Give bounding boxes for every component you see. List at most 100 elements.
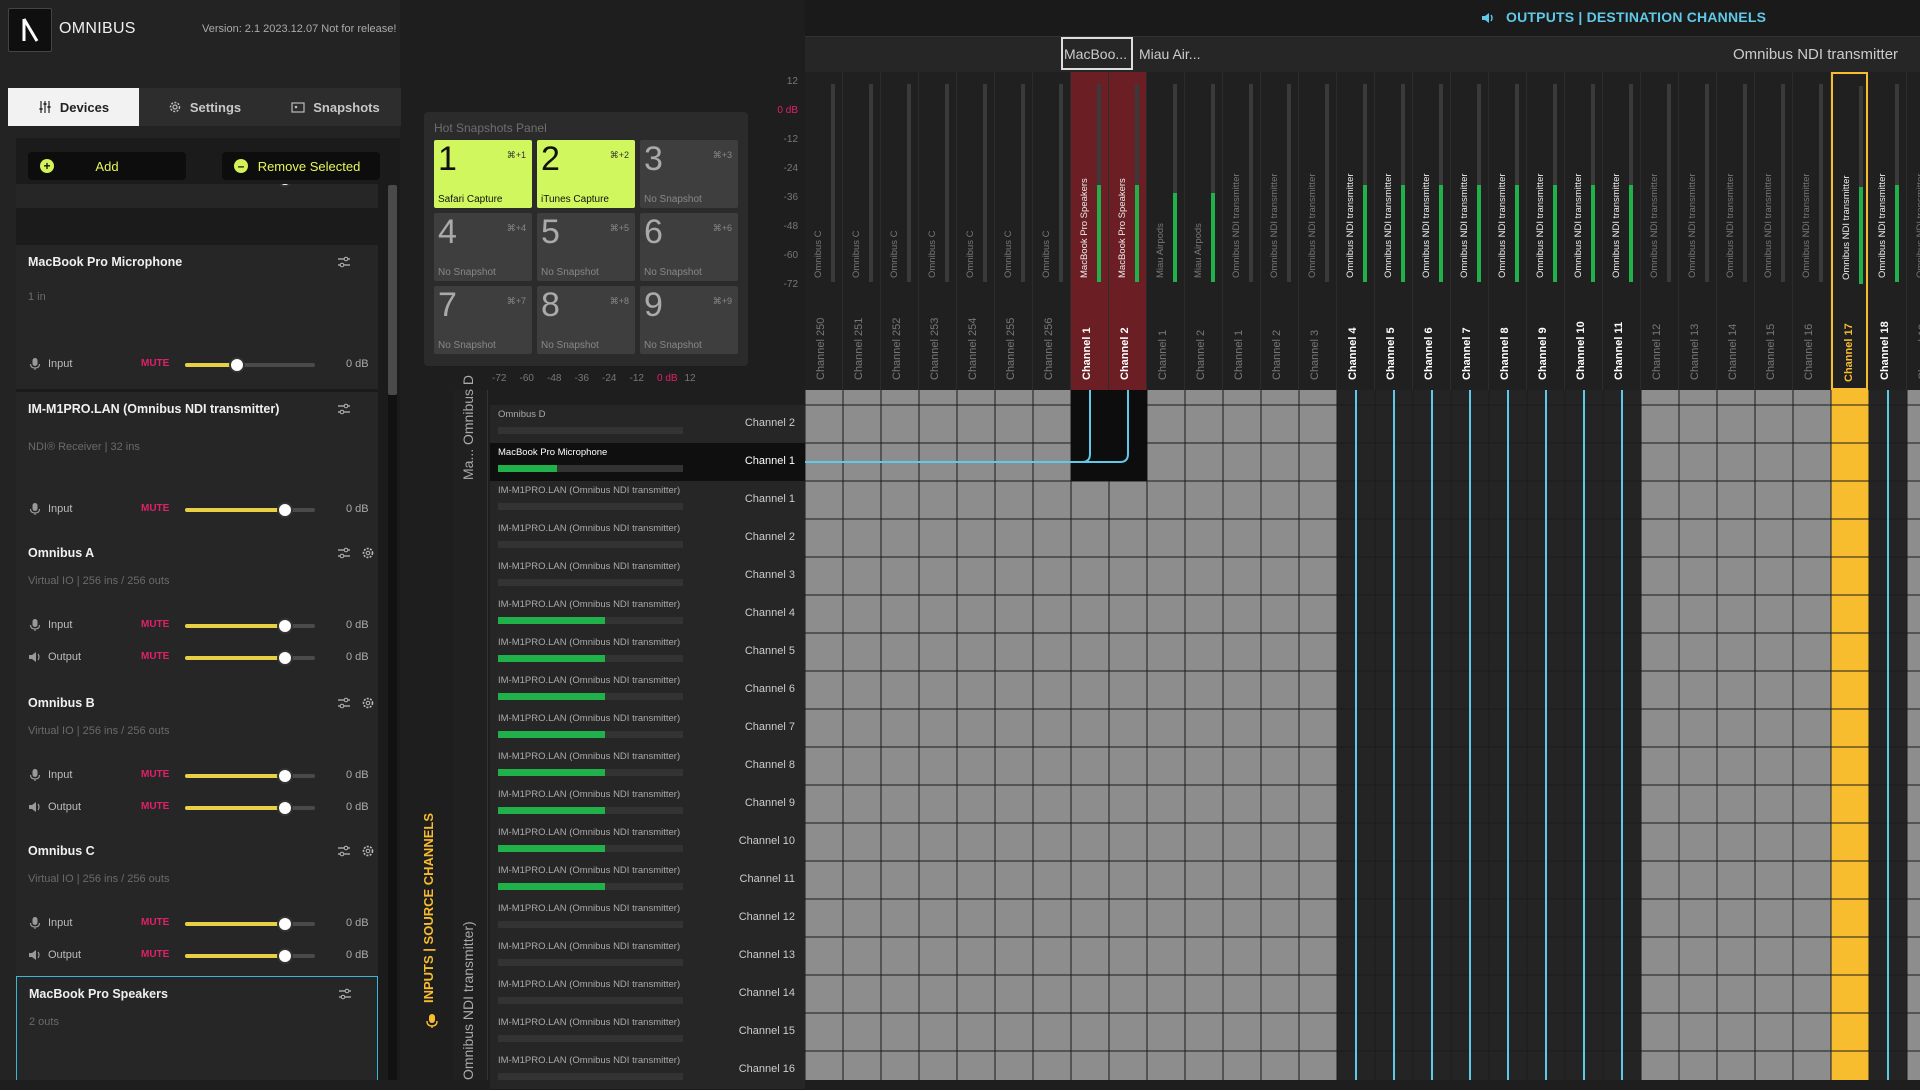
- matrix-cells[interactable]: [805, 390, 1071, 481]
- matrix-column[interactable]: [805, 390, 843, 1080]
- input-row[interactable]: MacBook Pro Microphone Channel 1: [490, 443, 805, 482]
- volume-slider[interactable]: [185, 357, 315, 373]
- matrix-column[interactable]: [957, 390, 995, 1080]
- output-column[interactable]: Omnibus NDI transmitter Channel 8: [1489, 72, 1527, 390]
- input-row[interactable]: IM-M1PRO.LAN (Omnibus NDI transmitter) C…: [490, 975, 805, 1014]
- mute-button[interactable]: MUTE: [141, 949, 169, 960]
- output-column[interactable]: Miau Airpods Channel 2: [1185, 72, 1223, 390]
- add-button[interactable]: + Add: [28, 152, 186, 180]
- volume-slider-knob[interactable]: [277, 800, 294, 816]
- matrix-column[interactable]: [1109, 390, 1147, 1080]
- output-column[interactable]: Omnibus NDI transmitter Channel 6: [1413, 72, 1451, 390]
- output-column[interactable]: Omnibus NDI transmitter Channel 1: [1223, 72, 1261, 390]
- input-group-omnibus-d[interactable]: Omnibus D: [460, 375, 476, 445]
- matrix-column[interactable]: [1679, 390, 1717, 1080]
- matrix-column[interactable]: [1641, 390, 1679, 1080]
- output-device-macbook[interactable]: MacBoo...: [1064, 46, 1127, 62]
- device-gear-icon[interactable]: [360, 546, 376, 562]
- matrix-column[interactable]: [843, 390, 881, 1080]
- snapshot-slot[interactable]: 3 ⌘+3 No Snapshot: [640, 140, 738, 208]
- volume-slider[interactable]: [185, 650, 315, 666]
- output-column[interactable]: Omnibus NDI transmitter Channel 18: [1869, 72, 1907, 390]
- input-group-macbook[interactable]: Ma...: [460, 449, 476, 480]
- volume-slider-knob[interactable]: [277, 618, 294, 634]
- mute-button[interactable]: MUTE: [141, 651, 169, 662]
- device-card[interactable]: Output MUTE 0 dB: [16, 184, 378, 214]
- snapshot-slot[interactable]: 4 ⌘+4 No Snapshot: [434, 213, 532, 281]
- device-list-scroll-thumb[interactable]: [388, 185, 397, 395]
- output-column[interactable]: Omnibus NDI transmitter Channel 14: [1717, 72, 1755, 390]
- input-row[interactable]: Omnibus D Channel 2: [490, 405, 805, 444]
- input-row[interactable]: IM-M1PRO.LAN (Omnibus NDI transmitter) C…: [490, 557, 805, 596]
- snapshot-slot[interactable]: 1 ⌘+1 Safari Capture: [434, 140, 532, 208]
- mute-button[interactable]: MUTE: [141, 917, 169, 928]
- device-adjust-icon[interactable]: [336, 844, 352, 860]
- volume-slider-knob[interactable]: [277, 768, 294, 784]
- output-column[interactable]: Omnibus NDI transmitter Channel 3: [1299, 72, 1337, 390]
- output-column[interactable]: Omnibus NDI transmitter Channel 16: [1793, 72, 1831, 390]
- volume-slider-knob[interactable]: [277, 948, 294, 964]
- matrix-column[interactable]: [919, 390, 957, 1080]
- input-row[interactable]: IM-M1PRO.LAN (Omnibus NDI transmitter) C…: [490, 747, 805, 786]
- volume-slider-knob[interactable]: [229, 357, 245, 373]
- output-column[interactable]: MacBook Pro Speakers Channel 1: [1071, 72, 1109, 390]
- input-row[interactable]: IM-M1PRO.LAN (Omnibus NDI transmitter) C…: [490, 861, 805, 900]
- input-row[interactable]: IM-M1PRO.LAN (Omnibus NDI transmitter) C…: [490, 823, 805, 862]
- matrix-column[interactable]: [1033, 390, 1071, 1080]
- input-row[interactable]: IM-M1PRO.LAN (Omnibus NDI transmitter) C…: [490, 481, 805, 520]
- volume-slider[interactable]: [185, 502, 315, 518]
- output-column[interactable]: Miau Airpods Channel 1: [1147, 72, 1185, 390]
- matrix-column[interactable]: [1223, 390, 1261, 1080]
- input-row[interactable]: IM-M1PRO.LAN (Omnibus NDI transmitter) C…: [490, 709, 805, 748]
- snapshot-slot[interactable]: 9 ⌘+9 No Snapshot: [640, 286, 738, 354]
- input-row[interactable]: IM-M1PRO.LAN (Omnibus NDI transmitter) C…: [490, 671, 805, 710]
- output-column[interactable]: Omnibus NDI transmitter Channel 12: [1641, 72, 1679, 390]
- snapshot-slot[interactable]: 2 ⌘+2 iTunes Capture: [537, 140, 635, 208]
- output-column[interactable]: Omnibus NDI transmitter Channel 19: [1907, 72, 1920, 390]
- matrix-column[interactable]: [1261, 390, 1299, 1080]
- output-column[interactable]: Omnibus C Channel 253: [919, 72, 957, 390]
- input-row[interactable]: IM-M1PRO.LAN (Omnibus NDI transmitter) C…: [490, 1013, 805, 1052]
- volume-slider-knob[interactable]: [277, 650, 294, 666]
- output-device-ndi[interactable]: Omnibus NDI transmitter: [1733, 46, 1898, 63]
- device-card[interactable]: IM-M1PRO.LAN (Omnibus NDI transmitter) ND…: [16, 392, 378, 542]
- snapshot-slot[interactable]: 6 ⌘+6 No Snapshot: [640, 213, 738, 281]
- output-device-airpods[interactable]: Miau Air...: [1139, 46, 1200, 62]
- input-row[interactable]: IM-M1PRO.LAN (Omnibus NDI transmitter) C…: [490, 937, 805, 976]
- output-column[interactable]: MacBook Pro Speakers Channel 2: [1109, 72, 1147, 390]
- matrix-column[interactable]: [1185, 390, 1223, 1080]
- matrix-column[interactable]: [1755, 390, 1793, 1080]
- device-adjust-icon[interactable]: [336, 255, 352, 271]
- device-card[interactable]: Omnibus B Virtual IO | 256 ins / 256 outs…: [16, 686, 378, 840]
- output-column[interactable]: Omnibus NDI transmitter Channel 15: [1755, 72, 1793, 390]
- mute-button[interactable]: MUTE: [141, 769, 169, 780]
- matrix-column[interactable]: [1071, 390, 1109, 1080]
- input-row[interactable]: IM-M1PRO.LAN (Omnibus NDI transmitter) C…: [490, 633, 805, 672]
- volume-slider-knob[interactable]: [277, 916, 294, 932]
- mute-button[interactable]: MUTE: [141, 358, 169, 369]
- input-group-ndi[interactable]: Omnibus NDI transmitter): [460, 921, 476, 1080]
- output-column[interactable]: Omnibus C Channel 252: [881, 72, 919, 390]
- device-gear-icon[interactable]: [360, 844, 376, 860]
- output-column[interactable]: Omnibus NDI transmitter Channel 7: [1451, 72, 1489, 390]
- input-row[interactable]: IM-M1PRO.LAN (Omnibus NDI transmitter) C…: [490, 519, 805, 558]
- device-adjust-icon[interactable]: [336, 696, 352, 712]
- volume-slider[interactable]: [185, 948, 315, 964]
- snapshot-slot[interactable]: 8 ⌘+8 No Snapshot: [537, 286, 635, 354]
- device-card[interactable]: MacBook Pro Microphone 1 in Input MUTE 0 …: [16, 245, 378, 395]
- tab-snapshots[interactable]: Snapshots: [270, 88, 401, 126]
- output-column[interactable]: Omnibus NDI transmitter Channel 4: [1337, 72, 1375, 390]
- volume-slider[interactable]: [185, 916, 315, 932]
- mute-button[interactable]: MUTE: [141, 801, 169, 812]
- matrix-column[interactable]: [1147, 390, 1185, 1080]
- output-column[interactable]: Omnibus NDI transmitter Channel 2: [1261, 72, 1299, 390]
- device-adjust-icon[interactable]: [336, 546, 352, 562]
- remove-selected-button[interactable]: – Remove Selected: [222, 152, 380, 180]
- device-card[interactable]: Omnibus A Virtual IO | 256 ins / 256 outs…: [16, 536, 378, 692]
- mute-button[interactable]: MUTE: [141, 619, 169, 630]
- matrix-column[interactable]: [1793, 390, 1831, 1080]
- device-gear-icon[interactable]: [360, 696, 376, 712]
- input-row[interactable]: IM-M1PRO.LAN (Omnibus NDI transmitter) C…: [490, 899, 805, 938]
- output-column[interactable]: Omnibus NDI transmitter Channel 17: [1831, 72, 1868, 390]
- volume-slider[interactable]: [185, 618, 315, 634]
